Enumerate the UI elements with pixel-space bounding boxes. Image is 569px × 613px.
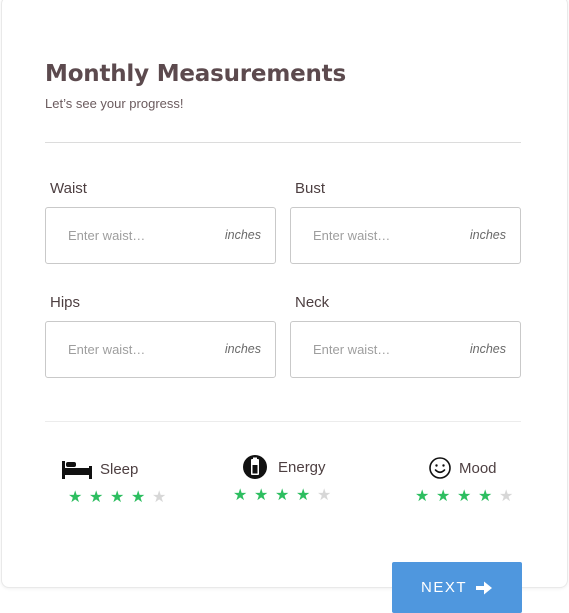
star-filled-icon[interactable]: ★: [110, 490, 131, 506]
smiley-icon: [423, 455, 457, 481]
page-subtitle: Let’s see your progress!: [45, 96, 184, 111]
page-title: Monthly Measurements: [45, 61, 346, 87]
neck-field[interactable]: inches: [290, 321, 521, 378]
divider: [45, 421, 521, 422]
neck-unit: inches: [469, 342, 506, 356]
arrow-right-icon: [475, 580, 493, 596]
bust-label: Bust: [295, 180, 326, 197]
next-button[interactable]: NEXT: [392, 562, 522, 613]
star-filled-icon[interactable]: ★: [233, 488, 254, 504]
waist-input[interactable]: [68, 208, 208, 263]
bust-unit: inches: [469, 228, 506, 242]
star-filled-icon[interactable]: ★: [254, 488, 275, 504]
energy-rating: Energy ★ ★ ★ ★ ★: [233, 454, 338, 504]
star-filled-icon[interactable]: ★: [415, 489, 436, 505]
star-filled-icon[interactable]: ★: [457, 489, 478, 505]
star-empty-icon[interactable]: ★: [152, 490, 173, 506]
neck-input[interactable]: [313, 322, 453, 377]
mood-label: Mood: [459, 459, 497, 477]
waist-field[interactable]: inches: [45, 207, 276, 264]
star-filled-icon[interactable]: ★: [436, 489, 457, 505]
next-button-label: NEXT: [420, 579, 467, 596]
sleep-label: Sleep: [100, 460, 139, 478]
star-filled-icon[interactable]: ★: [131, 490, 152, 506]
battery-icon: [238, 454, 272, 480]
star-filled-icon[interactable]: ★: [68, 490, 89, 506]
mood-rating: Mood ★ ★ ★ ★ ★: [415, 455, 520, 505]
sleep-stars[interactable]: ★ ★ ★ ★ ★: [68, 490, 173, 506]
waist-unit: inches: [224, 228, 261, 242]
bust-field[interactable]: inches: [290, 207, 521, 264]
sleep-rating: Sleep ★ ★ ★ ★ ★: [60, 456, 173, 506]
hips-input[interactable]: [68, 322, 208, 377]
star-filled-icon[interactable]: ★: [275, 488, 296, 504]
hips-field[interactable]: inches: [45, 321, 276, 378]
energy-label: Energy: [278, 458, 326, 476]
bed-icon: [60, 456, 94, 482]
neck-label: Neck: [295, 294, 330, 311]
waist-label: Waist: [50, 180, 87, 197]
mood-stars[interactable]: ★ ★ ★ ★ ★: [415, 489, 520, 505]
star-filled-icon[interactable]: ★: [478, 489, 499, 505]
star-empty-icon[interactable]: ★: [317, 488, 338, 504]
star-filled-icon[interactable]: ★: [296, 488, 317, 504]
hips-unit: inches: [224, 342, 261, 356]
star-filled-icon[interactable]: ★: [89, 490, 110, 506]
bust-input[interactable]: [313, 208, 453, 263]
star-empty-icon[interactable]: ★: [499, 489, 520, 505]
divider: [45, 142, 521, 143]
hips-label: Hips: [50, 294, 81, 311]
energy-stars[interactable]: ★ ★ ★ ★ ★: [233, 488, 338, 504]
